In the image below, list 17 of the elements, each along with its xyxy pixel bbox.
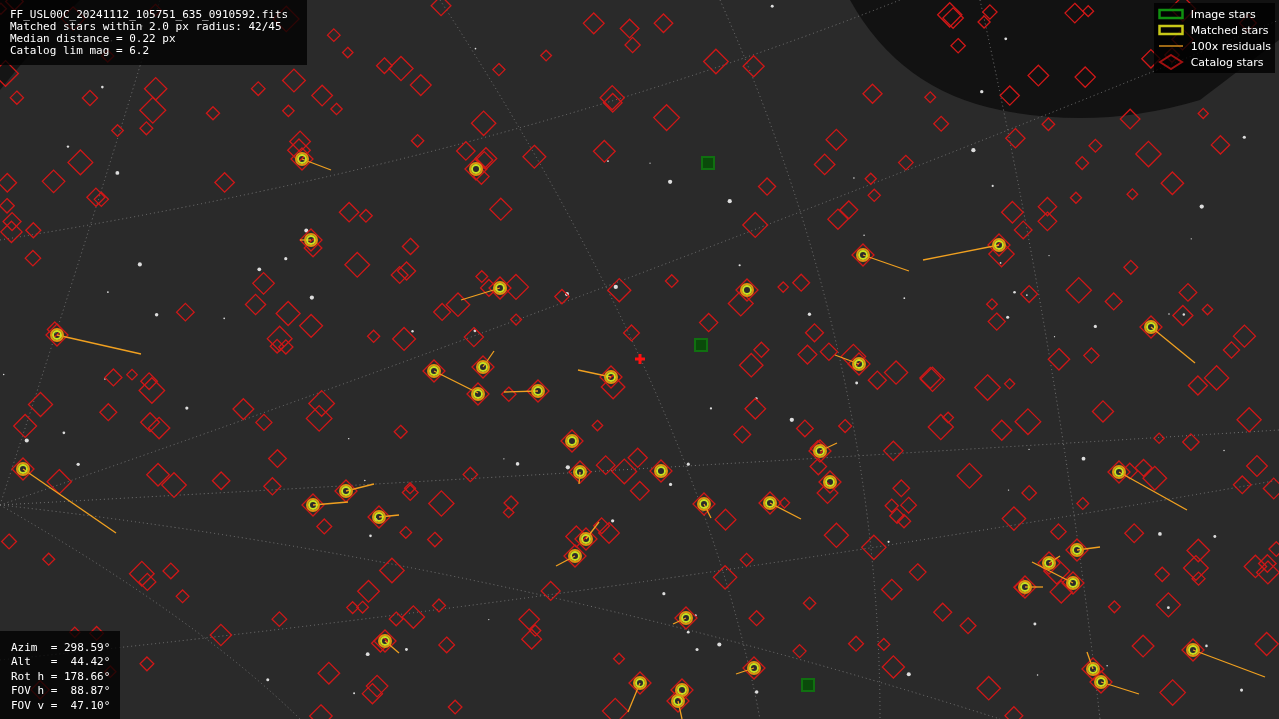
legend-label: Image stars	[1190, 7, 1256, 21]
pointing-text: FOV v = 47.10°	[11, 698, 111, 713]
info-text: FF_USL00C_20241112_105751_635_0910592.fits	[10, 9, 290, 21]
legend-label: 100x residuals	[1190, 39, 1271, 53]
rectangle-icon	[1157, 6, 1184, 22]
pointing-text: Alt = 44.42°	[11, 655, 111, 670]
line-icon	[1157, 45, 1184, 47]
info-text: Median distance = 0.22 px	[10, 33, 177, 45]
rectangle-icon	[1157, 22, 1184, 38]
pointing-text: Rot h = 178.66°	[11, 669, 111, 684]
legend-label: Matched stars	[1190, 23, 1269, 37]
pointing-text: Azim = 298.59°	[11, 640, 111, 655]
pointing-text: FOV h = 88.87°	[11, 684, 111, 699]
info-text: Matched stars within 2.0 px radius: 42/45	[10, 21, 282, 33]
diamond-icon	[1157, 54, 1184, 70]
info-text: Catalog lim mag = 6.2	[10, 45, 151, 57]
legend-label: Catalog stars	[1190, 55, 1264, 69]
